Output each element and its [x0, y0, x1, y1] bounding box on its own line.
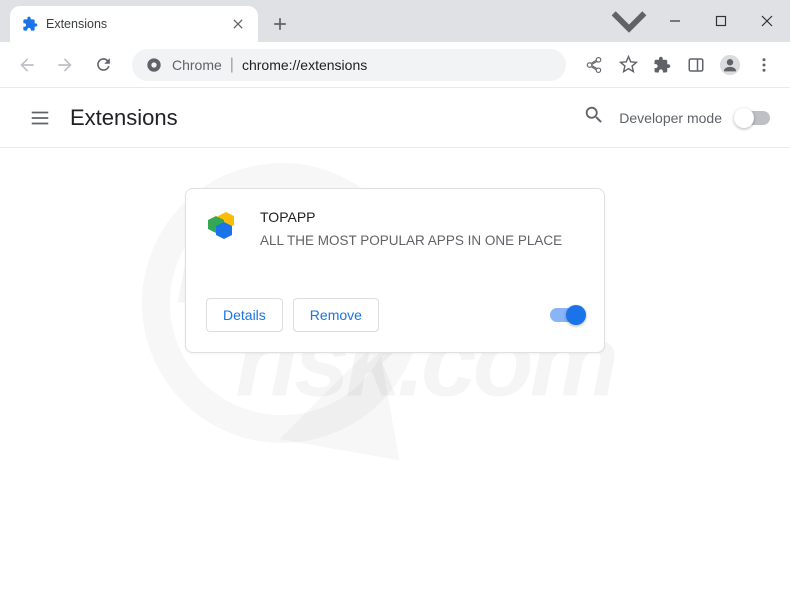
toggle-knob [566, 305, 586, 325]
browser-tab[interactable]: Extensions [10, 6, 258, 42]
close-window-button[interactable] [744, 0, 790, 42]
profile-avatar-icon[interactable] [714, 49, 746, 81]
share-icon[interactable] [578, 49, 610, 81]
bookmark-star-icon[interactable] [612, 49, 644, 81]
omnibox-prefix: Chrome [172, 57, 222, 73]
remove-button[interactable]: Remove [293, 298, 379, 332]
extension-enable-toggle[interactable] [550, 308, 584, 322]
page-title: Extensions [70, 105, 178, 131]
chrome-icon [146, 57, 162, 73]
forward-button[interactable] [48, 48, 82, 82]
new-tab-button[interactable] [266, 10, 294, 38]
extension-name: TOPAPP [260, 209, 584, 225]
tab-title: Extensions [46, 17, 230, 31]
menu-dots-icon[interactable] [748, 49, 780, 81]
toolbar: Chrome | chrome://extensions [0, 42, 790, 88]
close-tab-icon[interactable] [230, 16, 246, 32]
extension-icon [206, 209, 242, 245]
developer-mode-label: Developer mode [619, 110, 722, 126]
developer-mode-toggle[interactable] [736, 111, 770, 125]
hamburger-menu-icon[interactable] [20, 98, 60, 138]
extension-card: TOPAPP ALL THE MOST POPULAR APPS IN ONE … [185, 188, 605, 353]
extension-description: ALL THE MOST POPULAR APPS IN ONE PLACE [260, 233, 584, 248]
back-button[interactable] [10, 48, 44, 82]
puzzle-piece-icon [22, 16, 38, 32]
side-panel-icon[interactable] [680, 49, 712, 81]
window-dropdown-icon[interactable] [606, 0, 652, 42]
extensions-list: TOPAPP ALL THE MOST POPULAR APPS IN ONE … [0, 148, 790, 393]
maximize-button[interactable] [698, 0, 744, 42]
reload-button[interactable] [86, 48, 120, 82]
minimize-button[interactable] [652, 0, 698, 42]
omnibox-separator: | [230, 56, 234, 74]
toggle-knob [734, 108, 754, 128]
extensions-puzzle-icon[interactable] [646, 49, 678, 81]
search-icon[interactable] [583, 104, 605, 131]
extensions-header: Extensions Developer mode [0, 88, 790, 148]
omnibox-url: chrome://extensions [242, 57, 367, 73]
address-bar[interactable]: Chrome | chrome://extensions [132, 49, 566, 81]
details-button[interactable]: Details [206, 298, 283, 332]
